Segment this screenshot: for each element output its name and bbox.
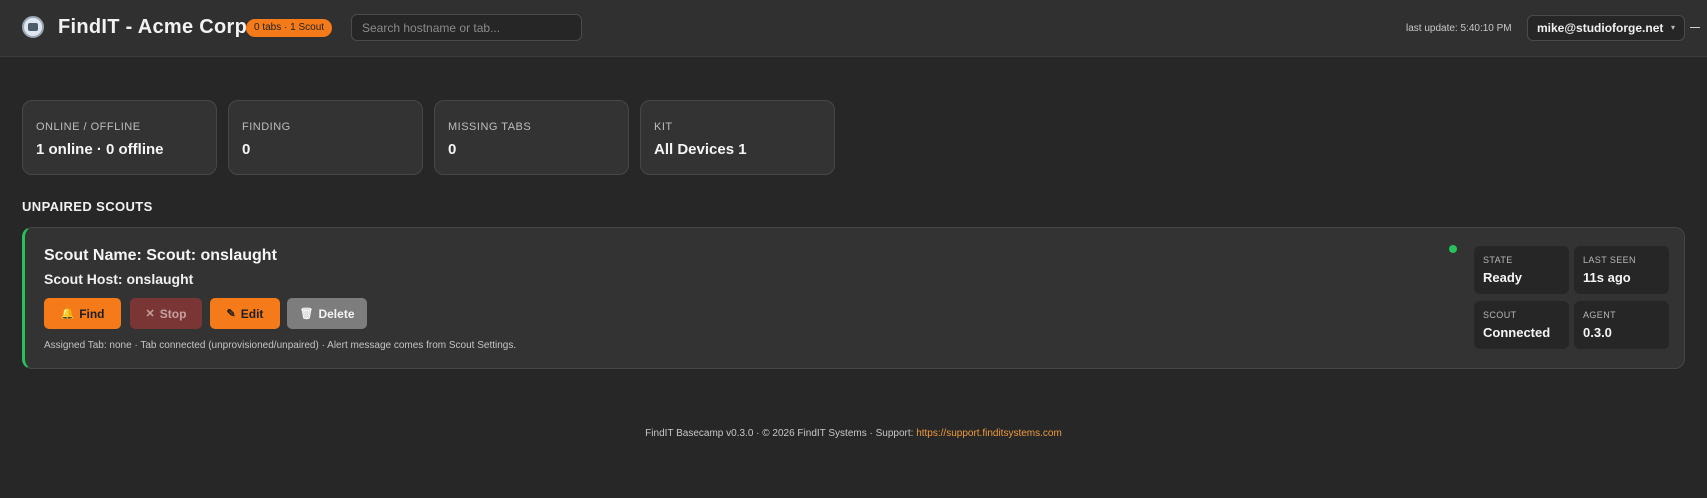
find-button[interactable]: 🔔 Find (44, 298, 121, 329)
delete-button[interactable]: 🗑 Delete (287, 298, 367, 329)
stat-label: MISSING TABS (448, 121, 532, 133)
meta-last-seen: LAST SEEN 11s ago (1574, 246, 1669, 294)
app-title: FindIT - Acme Corp (58, 16, 248, 38)
meta-label: LAST SEEN (1583, 255, 1636, 265)
meta-label: SCOUT (1483, 310, 1517, 320)
edit-button-label: Edit (240, 306, 264, 321)
scout-name: Scout Name: Scout: onslaught (44, 247, 277, 264)
meta-value: Ready (1483, 270, 1523, 285)
search-input[interactable] (351, 14, 582, 41)
stat-label: KIT (654, 121, 673, 133)
stat-card-missing-tabs: MISSING TABS 0 (434, 100, 629, 175)
stop-button-label: Stop (159, 306, 187, 321)
footer: FindIT Basecamp v0.3.0 · © 2026 FindIT S… (0, 428, 1707, 439)
trash-icon: 🗑 (299, 308, 314, 320)
meta-scout: SCOUT Connected (1474, 301, 1569, 349)
count-badge: 0 tabs · 1 Scout (246, 19, 333, 37)
top-bar: FindIT - Acme Corp 0 tabs · 1 Scout last… (0, 0, 1707, 57)
stat-label: ONLINE / OFFLINE (36, 121, 141, 133)
user-menu-dropdown[interactable]: mike@studioforge.net ▾ (1527, 15, 1685, 41)
scout-host: Scout Host: onslaught (44, 271, 194, 287)
last-update-text: last update: 5:40:10 PM (1406, 23, 1512, 34)
support-link[interactable]: https://support.finditsystems.com (916, 428, 1062, 439)
meta-value: Connected (1483, 325, 1551, 340)
stat-label: FINDING (242, 121, 291, 133)
bell-icon: 🔔 (60, 308, 75, 320)
stat-value: 1 online · 0 offline (36, 141, 164, 158)
stat-card-online-offline: ONLINE / OFFLINE 1 online · 0 offline (22, 100, 217, 175)
minimize-icon[interactable] (1690, 27, 1700, 28)
stat-value: 0 (448, 141, 457, 158)
footer-text: FindIT Basecamp v0.3.0 · © 2026 FindIT S… (645, 428, 917, 439)
meta-state: STATE Ready (1474, 246, 1569, 294)
online-status-dot (1449, 245, 1457, 253)
stat-card-finding: FINDING 0 (228, 100, 423, 175)
delete-button-label: Delete (318, 306, 355, 321)
meta-value: 11s ago (1583, 270, 1631, 285)
find-button-label: Find (79, 306, 105, 321)
edit-button[interactable]: ✎ Edit (210, 298, 280, 329)
assigned-tab-note: Assigned Tab: none · Tab connected (unpr… (44, 340, 517, 351)
scout-card: Scout Name: Scout: onslaught Scout Host:… (22, 227, 1685, 369)
meta-label: STATE (1483, 255, 1513, 265)
meta-value: 0.3.0 (1583, 325, 1612, 340)
chevron-down-icon: ▾ (1670, 23, 1675, 32)
meta-agent: AGENT 0.3.0 (1574, 301, 1669, 349)
stat-value: All Devices 1 (654, 141, 747, 158)
user-email: mike@studioforge.net (1537, 21, 1664, 35)
app-logo-icon (22, 16, 44, 38)
meta-label: AGENT (1583, 310, 1617, 320)
pencil-icon: ✎ (226, 308, 236, 320)
stat-card-kit: KIT All Devices 1 (640, 100, 835, 175)
stat-value: 0 (242, 141, 251, 158)
section-title-unpaired-scouts: UNPAIRED SCOUTS (22, 199, 153, 214)
stop-button[interactable]: ✕ Stop (130, 298, 202, 329)
close-icon: ✕ (145, 308, 155, 320)
